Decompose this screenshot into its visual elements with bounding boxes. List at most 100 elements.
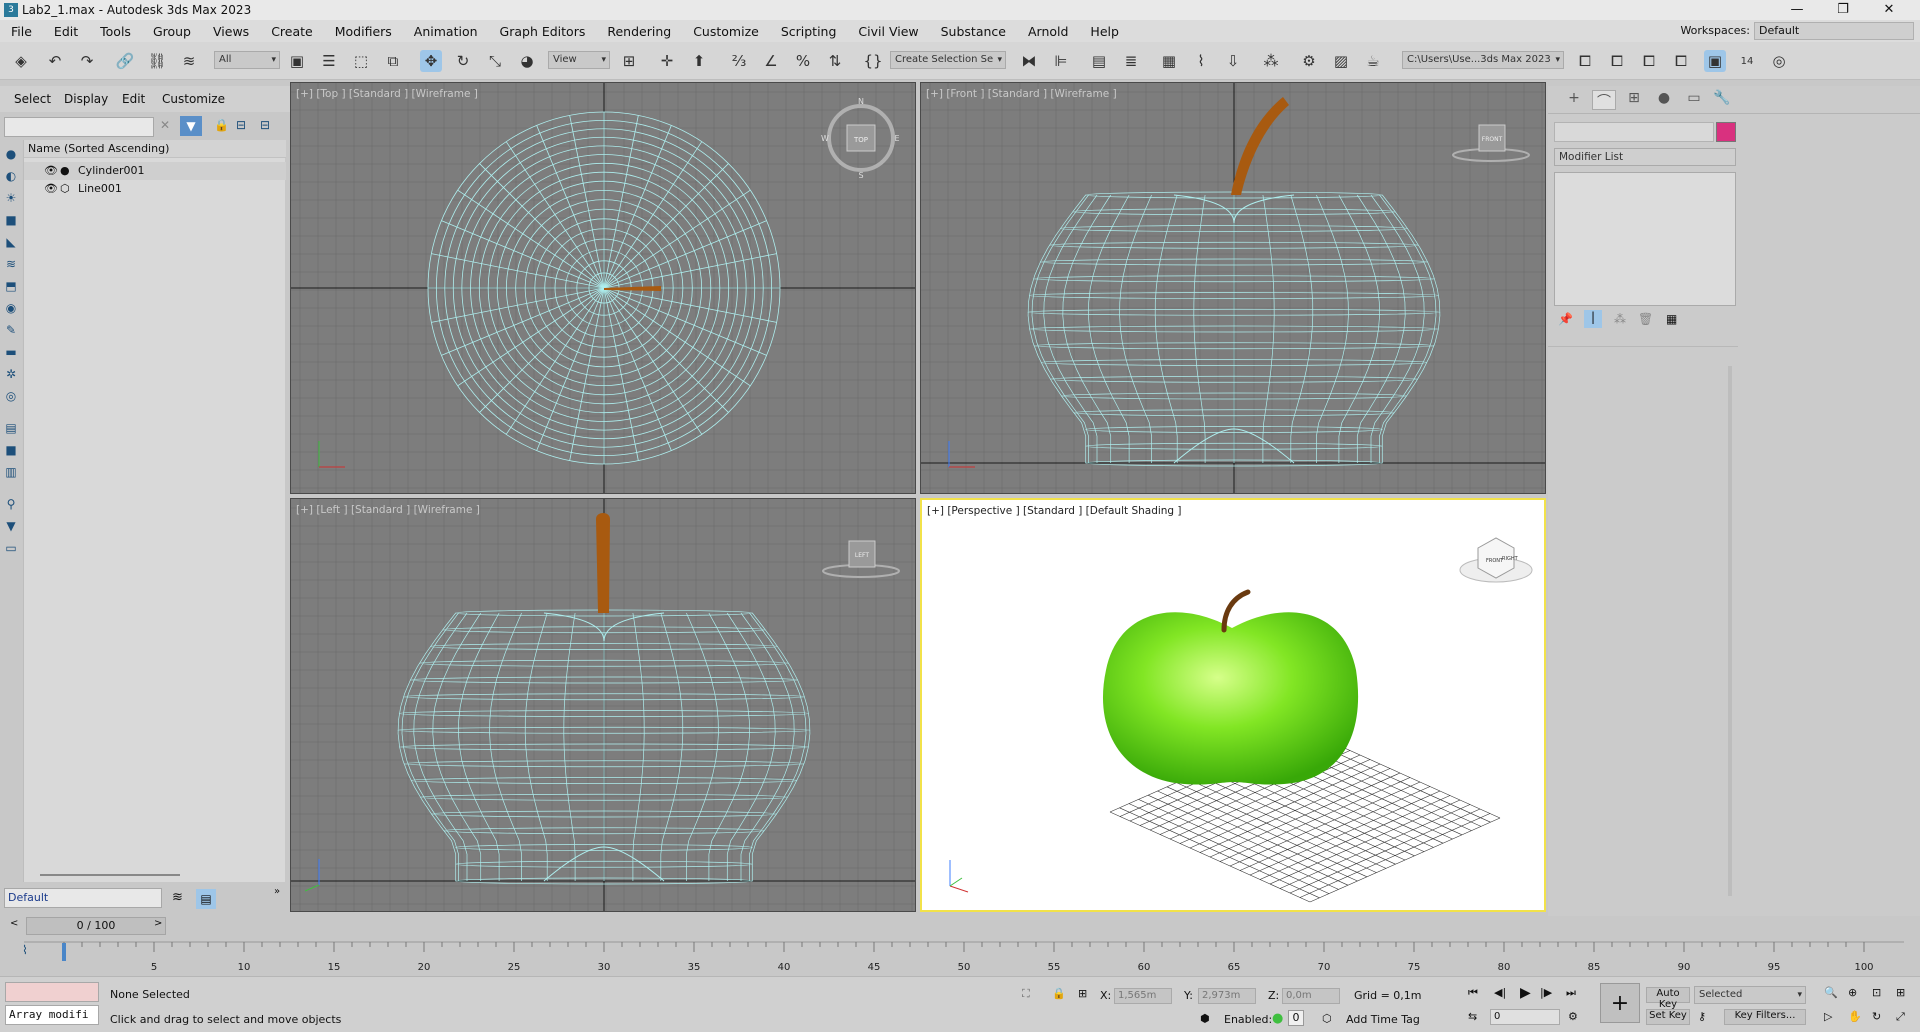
viewport-layout-icon[interactable]: ▣ [1704, 50, 1726, 72]
display-references-icon[interactable]: ▥ [3, 464, 19, 480]
clone-icon[interactable]: ⧠ [1638, 50, 1660, 72]
light-filter-icon[interactable]: ☀ [3, 190, 19, 206]
menu-tools[interactable]: Tools [89, 24, 142, 39]
maximize-viewport-icon[interactable]: ⤢ [1896, 1010, 1905, 1024]
menu-modifiers[interactable]: Modifiers [324, 24, 403, 39]
y-coordinate-field[interactable]: 2,973m [1198, 988, 1256, 1004]
hierarchy-tab-icon[interactable]: ⊞ [1622, 90, 1646, 110]
rendered-frame-window-icon[interactable]: ▨ [1330, 50, 1352, 72]
menu-help[interactable]: Help [1079, 24, 1130, 39]
perspective-viewport[interactable]: FRONT RIGHT [+] [Perspective ] [Standard… [920, 498, 1546, 912]
render-production-icon[interactable]: ☕ [1362, 50, 1384, 72]
current-frame-field[interactable]: 0 [1490, 1009, 1560, 1025]
minimize-button[interactable]: — [1774, 0, 1820, 20]
spacing-tool-icon[interactable]: ⧠ [1670, 50, 1692, 72]
set-key-button[interactable]: Set Key [1646, 1009, 1690, 1025]
viewport-label[interactable]: [+] [Left ] [Standard ] [Wireframe ] [296, 504, 480, 516]
helper-filter-icon[interactable]: ◣ [3, 234, 19, 250]
layers-icon[interactable]: ≋ [172, 890, 183, 905]
key-mode-icon[interactable]: ⇆ [1468, 1010, 1477, 1023]
scene-list-scrollbar[interactable] [40, 874, 180, 876]
add-time-tag-button[interactable]: Add Time Tag [1346, 1013, 1420, 1026]
workspaces-dropdown[interactable]: Default [1754, 22, 1914, 40]
menu-edit[interactable]: Edit [43, 24, 89, 39]
angle-snap-icon[interactable]: ∠ [760, 50, 782, 72]
scene-explorer-mode-icon[interactable]: ▤ [196, 889, 216, 909]
restore-button[interactable]: ❐ [1820, 0, 1866, 20]
layer-tool-icon[interactable]: ▭ [3, 540, 19, 556]
modifier-list-dropdown[interactable]: Modifier List [1554, 148, 1736, 166]
array-icon[interactable]: ⧠ [1606, 50, 1628, 72]
group-filter-icon[interactable]: ⬒ [3, 278, 19, 294]
redo-icon[interactable]: ↷ [76, 50, 98, 72]
layer-sort-icon[interactable]: ⊟ [260, 118, 270, 132]
viewcube[interactable]: FRONT [1452, 124, 1530, 162]
scale-icon[interactable]: ⤡ [484, 50, 506, 72]
zoom-icon[interactable]: 🔍 [1824, 986, 1838, 999]
maxscript-listener-field[interactable] [5, 982, 99, 1002]
time-slider[interactable]: 0 / 100 [26, 917, 166, 935]
viewport-label[interactable]: [+] [Perspective ] [Standard ] [Default … [927, 505, 1182, 517]
eye-icon[interactable]: 👁 [44, 162, 58, 180]
previous-frame-icon[interactable]: ◀| [1494, 986, 1506, 999]
z-coordinate-field[interactable]: 0,0m [1282, 988, 1340, 1004]
menu-animation[interactable]: Animation [403, 24, 489, 39]
layer-icon[interactable]: ◈ [10, 50, 32, 72]
menu-group[interactable]: Group [142, 24, 202, 39]
align-icon[interactable]: ⊫ [1050, 50, 1072, 72]
isolate-icon[interactable]: ⛶ [1022, 987, 1030, 1001]
scene-tab-display[interactable]: Display [64, 92, 108, 106]
make-unique-icon[interactable]: ⁂ [1614, 312, 1626, 326]
zoom-all-icon[interactable]: ⊕ [1848, 986, 1857, 999]
display-children-icon[interactable]: ▤ [3, 420, 19, 436]
shape-filter-icon[interactable]: ◐ [3, 168, 19, 184]
clear-search-icon[interactable]: ✕ [160, 118, 170, 132]
spacewarp-filter-icon[interactable]: ≋ [3, 256, 19, 272]
object-color-swatch[interactable] [1716, 122, 1736, 142]
scene-list-header[interactable]: Name (Sorted Ascending) [24, 140, 286, 158]
modifier-stack[interactable] [1554, 172, 1736, 306]
show-end-result-icon[interactable]: | [1584, 310, 1602, 328]
enabled-value-field[interactable]: 0 [1288, 1010, 1304, 1026]
window-crossing-icon[interactable]: ⧉ [382, 50, 404, 72]
adaptive-degradation-icon[interactable]: ⬢ [1200, 1012, 1210, 1025]
menu-substance[interactable]: Substance [930, 24, 1017, 39]
time-next-icon[interactable]: > [154, 918, 162, 929]
utilities-tab-icon[interactable]: 🔧 [1710, 90, 1734, 110]
filter-list-icon[interactable]: ⚲ [3, 496, 19, 512]
scene-row-line[interactable]: 👁 ⬡ Line001 [24, 180, 286, 198]
named-selection-dropdown[interactable]: Create Selection Se [890, 51, 1006, 69]
filter-icon[interactable]: ▼ [180, 116, 202, 136]
pin-stack-icon[interactable]: 📌 [1558, 312, 1573, 326]
select-manipulate-icon[interactable]: ✛ [656, 50, 678, 72]
selection-filter-dropdown[interactable]: All [214, 51, 280, 69]
edit-named-selection-icon[interactable]: {} [862, 50, 884, 72]
pivot-center-icon[interactable]: ⊞ [618, 50, 640, 72]
menu-graph-editors[interactable]: Graph Editors [489, 24, 597, 39]
object-name-field[interactable] [1554, 122, 1714, 142]
apple-mesh[interactable] [1102, 612, 1359, 785]
expand-panel-icon[interactable]: » [274, 886, 280, 897]
curve-editor-icon[interactable]: ⌇ [1190, 50, 1212, 72]
current-frame-marker[interactable] [62, 943, 66, 961]
remove-modifier-icon[interactable]: 🗑 [1638, 312, 1653, 326]
create-tab-icon[interactable]: + [1562, 90, 1586, 110]
undo-icon[interactable]: ↶ [44, 50, 66, 72]
schematic-view-icon[interactable]: ⇩ [1222, 50, 1244, 72]
lock-icon[interactable]: 🔒 [214, 118, 229, 132]
select-object-icon[interactable]: ▣ [286, 50, 308, 72]
time-prev-icon[interactable]: < [10, 918, 18, 929]
snapshot-icon[interactable]: ⧠ [1574, 50, 1596, 72]
xref-filter-icon[interactable]: ◉ [3, 300, 19, 316]
field-of-view-icon[interactable]: ▷ [1824, 1010, 1832, 1023]
key-filters-button[interactable]: Key Filters... [1724, 1009, 1806, 1025]
menu-views[interactable]: Views [202, 24, 260, 39]
percent-snap-icon[interactable]: % [792, 50, 814, 72]
viewcube[interactable]: FRONT RIGHT [1459, 537, 1533, 583]
viewport-label[interactable]: [+] [Top ] [Standard ] [Wireframe ] [296, 88, 478, 100]
top-viewport[interactable]: TOP N S W E [+] [Top ] [Standard ] [Wire… [290, 82, 916, 494]
zoom-extents-icon[interactable]: ⊡ [1872, 986, 1881, 999]
zoom-extents-all-icon[interactable]: ⊞ [1896, 986, 1905, 999]
rotate-icon[interactable]: ↻ [452, 50, 474, 72]
viewport-label[interactable]: [+] [Front ] [Standard ] [Wireframe ] [926, 88, 1117, 100]
